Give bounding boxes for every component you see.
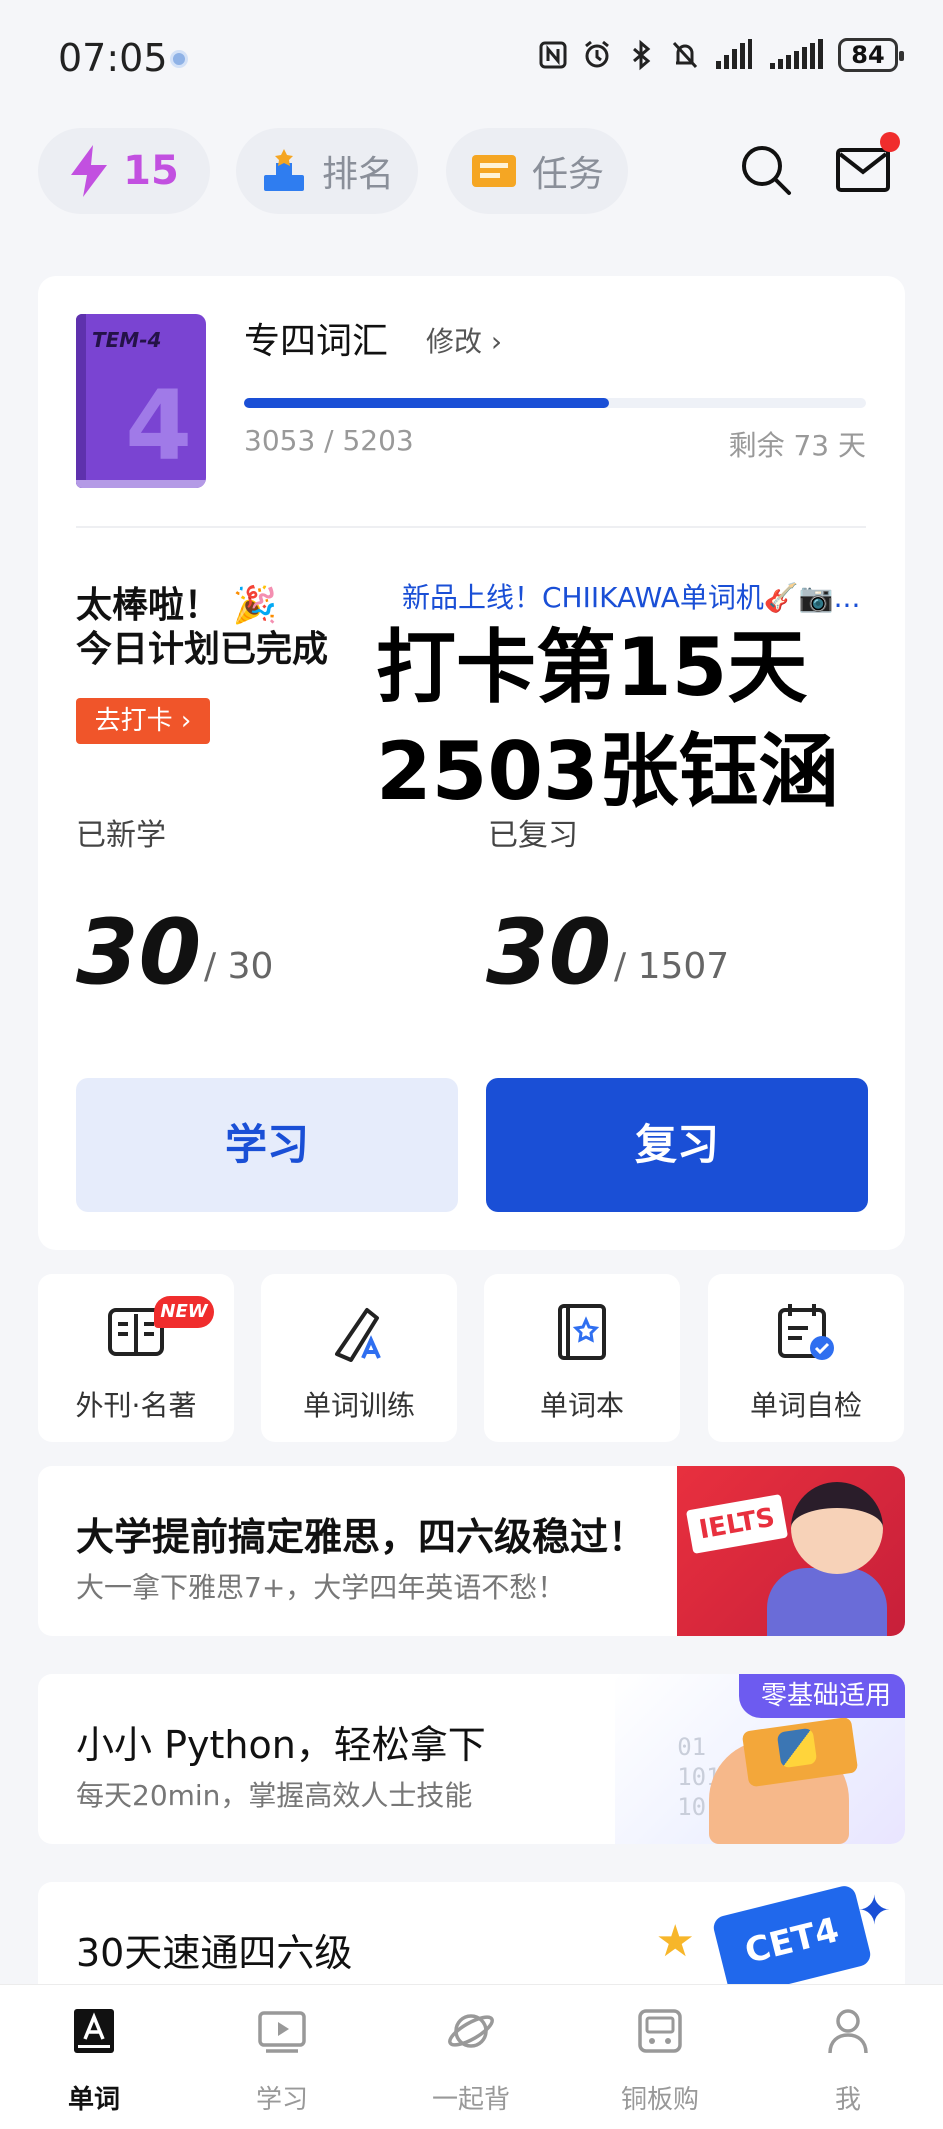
energy-pill[interactable]: 15	[38, 128, 210, 214]
rank-label: 排名	[321, 154, 394, 195]
nav-me[interactable]: 我	[778, 2005, 918, 2116]
book-number: 4	[125, 370, 192, 482]
notification-dot-icon	[170, 50, 188, 68]
status-bar: 07:05 84	[0, 0, 943, 120]
status-time: 07:05	[58, 36, 168, 80]
reviewed-total: / 1507	[614, 946, 730, 987]
zero-basis-ribbon: 零基础适用	[738, 1674, 905, 1718]
review-button[interactable]: 复习	[486, 1078, 868, 1212]
video-icon	[258, 2011, 306, 2053]
tile-self-check[interactable]: 单词自检	[708, 1274, 904, 1442]
learned-count: 30	[76, 900, 202, 1005]
nav-study[interactable]: 学习	[212, 2005, 352, 2116]
reviewed-count: 30	[486, 900, 612, 1005]
divider	[76, 526, 866, 528]
ticket-icon	[471, 155, 516, 187]
nav-label: 铜板购	[620, 2085, 699, 2115]
banner-python[interactable]: 小小 Python，轻松拿下 每天20min，掌握高效人士技能 01 1010 …	[38, 1674, 905, 1844]
profile-icon	[828, 2009, 868, 2054]
python-logo-icon	[776, 1727, 818, 1769]
battery-indicator: 84	[838, 38, 904, 72]
python-illustration: 01 1010 10 零基础适用	[615, 1674, 905, 1844]
banner-ielts[interactable]: 大学提前搞定雅思，四六级稳过！ 大一拿下雅思7+，大学四年英语不愁！ IELTS	[38, 1466, 905, 1636]
nav-label: 单词	[67, 2085, 120, 2115]
banner-subtitle: 每天20min，掌握高效人士技能	[76, 1779, 473, 1812]
planet-icon	[448, 2014, 494, 2048]
progress-bar	[244, 398, 866, 408]
alarm-icon	[585, 40, 609, 68]
ielts-tag: IELTS	[685, 1493, 789, 1555]
tile-label: 单词本	[539, 1389, 624, 1422]
task-label: 任务	[531, 154, 604, 195]
banner-subtitle: 大一拿下雅思7+，大学四年英语不愁！	[76, 1571, 566, 1604]
book-cover[interactable]: TEM-4 4	[76, 314, 206, 488]
promo-link[interactable]: 新品上线！CHIIKAWA单词机🎸📷...	[402, 576, 864, 616]
nav-word[interactable]: 单词	[24, 2005, 164, 2116]
progress-count: 3053 / 5203	[244, 424, 414, 457]
wordbook-icon	[558, 1304, 606, 1360]
tile-wordbook[interactable]: 单词本	[484, 1274, 680, 1442]
shop-icon	[638, 2009, 682, 2053]
new-badge: NEW	[154, 1296, 214, 1328]
banner-title: 大学提前搞定雅思，四六级稳过！	[76, 1515, 647, 1559]
tile-label: 单词训练	[302, 1389, 415, 1422]
unread-dot	[880, 132, 900, 152]
nav-together[interactable]: 一起背	[401, 2005, 541, 2116]
cet-illustration: ★ CET4 ✦	[615, 1882, 905, 1999]
signal-icon	[770, 39, 823, 69]
tile-label: 外刊·名著	[75, 1389, 197, 1422]
checkin-overlay: 打卡第15天 2503张钰涵	[352, 616, 852, 828]
bluetooth-icon	[633, 39, 651, 71]
nav-label: 学习	[255, 2085, 308, 2115]
ielts-illustration: IELTS	[677, 1466, 905, 1636]
pen-icon	[335, 1308, 381, 1362]
nav-shop[interactable]: 铜板购	[590, 2005, 730, 2116]
overlay-line-1: 打卡第15天	[376, 621, 808, 714]
search-icon[interactable]	[738, 142, 794, 198]
reviewed-label: 已复习	[488, 818, 578, 853]
banner-title: 30天速通四六级	[76, 1931, 353, 1975]
calendar-check-icon	[778, 1304, 834, 1360]
checkin-button[interactable]: 去打卡 ›	[76, 698, 210, 744]
status-icons: 84	[538, 38, 904, 72]
learned-total: / 30	[204, 946, 274, 987]
plan-done-text: 今日计划已完成	[76, 629, 329, 670]
remaining-days: 剩余 73 天	[728, 429, 866, 462]
tile-word-training[interactable]: 单词训练	[261, 1274, 457, 1442]
book-tag: TEM-4	[92, 328, 162, 352]
star-icon: ★	[655, 1916, 695, 1967]
rank-button[interactable]: 排名	[236, 128, 418, 214]
edit-book-link[interactable]: 修改 ›	[426, 320, 502, 360]
learn-button[interactable]: 学习	[76, 1078, 458, 1212]
book-title: 专四词汇	[244, 321, 389, 362]
tile-label: 单词自检	[749, 1389, 862, 1422]
lightning-icon	[71, 145, 108, 197]
nav-label: 一起背	[431, 2085, 510, 2115]
bottom-nav: 单词 学习 一起背 铜板购 我	[0, 1984, 943, 2129]
signal-icon	[716, 39, 752, 69]
sparkle-icon: ✦	[857, 1888, 891, 1934]
energy-count: 15	[123, 148, 179, 194]
podium-icon	[263, 149, 304, 191]
cet4-tag: CET4	[711, 1883, 873, 1999]
nfc-icon	[539, 41, 567, 69]
tile-magazine[interactable]: NEW 外刊·名著	[38, 1274, 234, 1442]
task-button[interactable]: 任务	[446, 128, 628, 214]
mute-icon	[672, 41, 698, 69]
nav-label: 我	[834, 2085, 861, 2115]
overlay-line-2: 2503张钰涵	[376, 725, 839, 818]
progress-fill	[244, 398, 610, 408]
banner-title: 小小 Python，轻松拿下	[76, 1723, 486, 1767]
word-icon	[74, 2009, 114, 2053]
learned-label: 已新学	[76, 818, 166, 853]
